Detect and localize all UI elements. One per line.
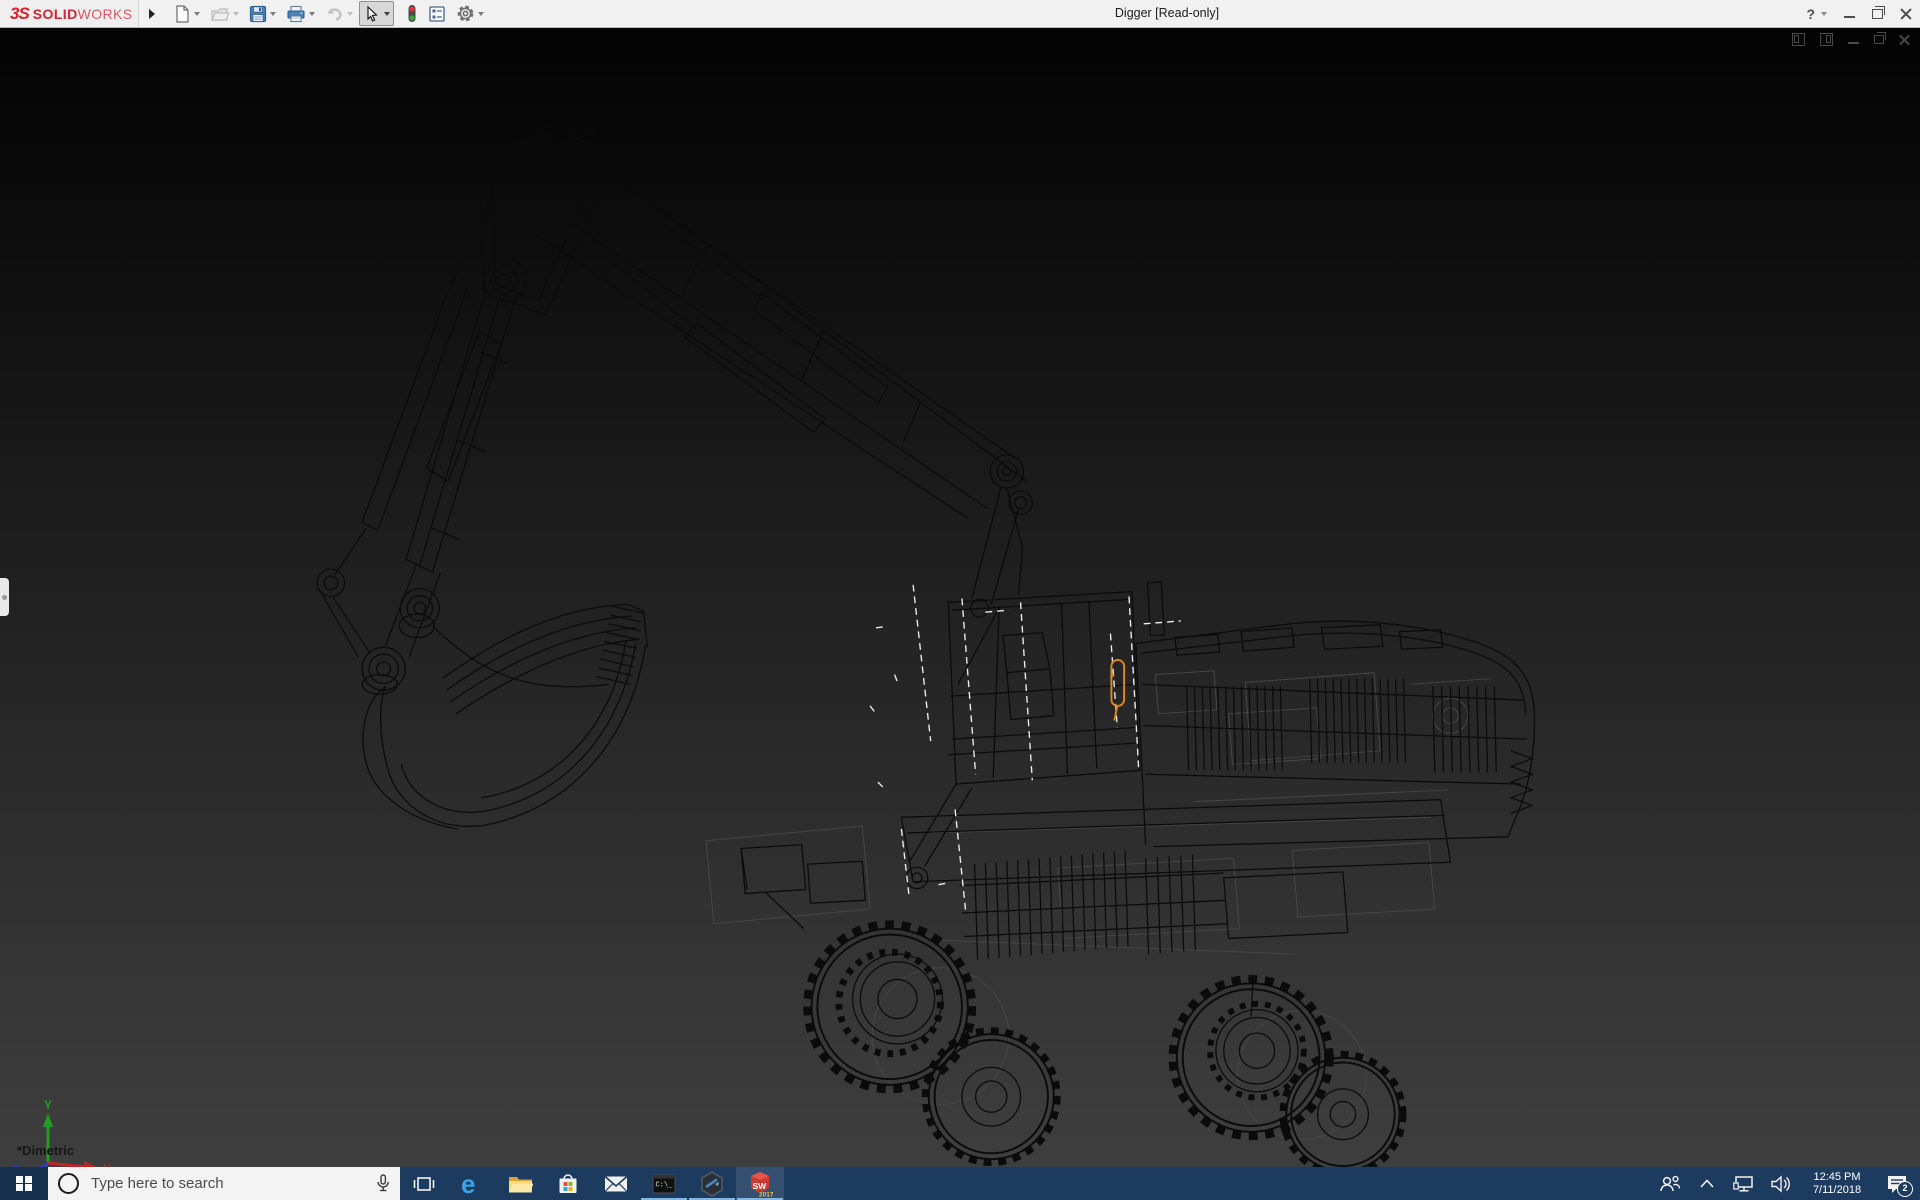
graphics-viewport[interactable]: Y X Z *Dimetric (0, 27, 1920, 1167)
file-explorer-button[interactable] (496, 1167, 544, 1200)
save-floppy-icon (249, 5, 267, 23)
svg-text:e: e (461, 1171, 475, 1197)
taskbar: e C:\_ (0, 1167, 1920, 1200)
open-button[interactable] (206, 1, 243, 26)
action-center-button[interactable]: 2 (1878, 1167, 1916, 1200)
hexagon-app-button[interactable] (688, 1167, 736, 1200)
edge-button[interactable]: e (448, 1167, 496, 1200)
open-folder-icon (210, 5, 230, 23)
start-button[interactable] (0, 1167, 48, 1200)
minimize-button[interactable] (1844, 16, 1855, 18)
new-document-icon (173, 5, 191, 23)
solidworks-2017-button[interactable]: SW 2017 (736, 1167, 784, 1200)
view-orientation-label: *Dimetric (17, 1143, 74, 1158)
system-tray: 12:45 PM 7/11/2018 2 (1655, 1167, 1920, 1200)
task-view-button[interactable] (400, 1167, 448, 1200)
ds-logo-mark: 3S (10, 4, 29, 24)
rebuild-traffic-light-icon (406, 4, 418, 23)
print-button[interactable] (282, 1, 319, 26)
undo-button[interactable] (321, 1, 357, 26)
mail-icon (604, 1175, 628, 1193)
solidworks-logo: 3S SOLIDWORKS (0, 0, 139, 27)
restore-button[interactable] (1872, 9, 1883, 19)
notification-badge: 2 (1897, 1181, 1913, 1197)
volume-button[interactable] (1766, 1167, 1796, 1200)
new-document-button[interactable] (169, 1, 204, 26)
file-properties-icon (428, 5, 446, 23)
tray-overflow-button[interactable] (1692, 1167, 1722, 1200)
edge-icon: e (459, 1171, 485, 1197)
options-button[interactable] (452, 1, 488, 26)
command-prompt-icon: C:\_ (652, 1174, 676, 1194)
network-icon (1733, 1175, 1755, 1193)
mail-button[interactable] (592, 1167, 640, 1200)
volume-icon (1770, 1175, 1792, 1193)
titlebar: 3S SOLIDWORKS (0, 0, 1920, 28)
people-icon (1659, 1175, 1681, 1193)
search-input[interactable] (89, 1174, 366, 1193)
undo-icon (325, 5, 344, 23)
triad-y-label: Y (44, 1098, 52, 1112)
file-properties-button[interactable] (424, 1, 450, 26)
options-gear-icon (456, 4, 475, 23)
solidworks-2017-icon: SW 2017 (747, 1170, 773, 1197)
help-button[interactable]: ? (1806, 6, 1815, 22)
file-explorer-icon (508, 1174, 533, 1194)
print-icon (286, 5, 306, 23)
taskbar-search[interactable] (48, 1167, 400, 1200)
help-caret-icon[interactable] (1821, 12, 1827, 16)
clock[interactable]: 12:45 PM 7/11/2018 (1803, 1171, 1871, 1197)
chevron-up-icon (1700, 1179, 1714, 1188)
store-icon (557, 1173, 579, 1195)
command-prompt-button[interactable]: C:\_ (640, 1167, 688, 1200)
task-view-icon (413, 1175, 435, 1193)
microphone-icon (376, 1174, 390, 1193)
select-cursor-icon (363, 5, 381, 23)
close-button[interactable] (1900, 8, 1912, 20)
svg-text:2017: 2017 (759, 1192, 773, 1198)
svg-text:SW: SW (753, 1181, 768, 1191)
clock-date: 7/11/2018 (1805, 1184, 1869, 1197)
clock-time: 12:45 PM (1805, 1171, 1869, 1184)
windows-logo-icon (16, 1176, 32, 1192)
document-title: Digger [Read-only] (1115, 0, 1219, 27)
cortana-icon (58, 1173, 79, 1194)
menu-flyout-arrow[interactable] (149, 9, 155, 19)
svg-text:C:\_: C:\_ (656, 1181, 674, 1189)
save-button[interactable] (245, 1, 280, 26)
rebuild-button[interactable] (402, 1, 422, 26)
wireframe-excavator (0, 27, 1920, 1167)
store-button[interactable] (544, 1167, 592, 1200)
select-button[interactable] (359, 1, 394, 26)
network-button[interactable] (1729, 1167, 1759, 1200)
hexagon-app-icon (700, 1171, 724, 1197)
people-button[interactable] (1655, 1167, 1685, 1200)
